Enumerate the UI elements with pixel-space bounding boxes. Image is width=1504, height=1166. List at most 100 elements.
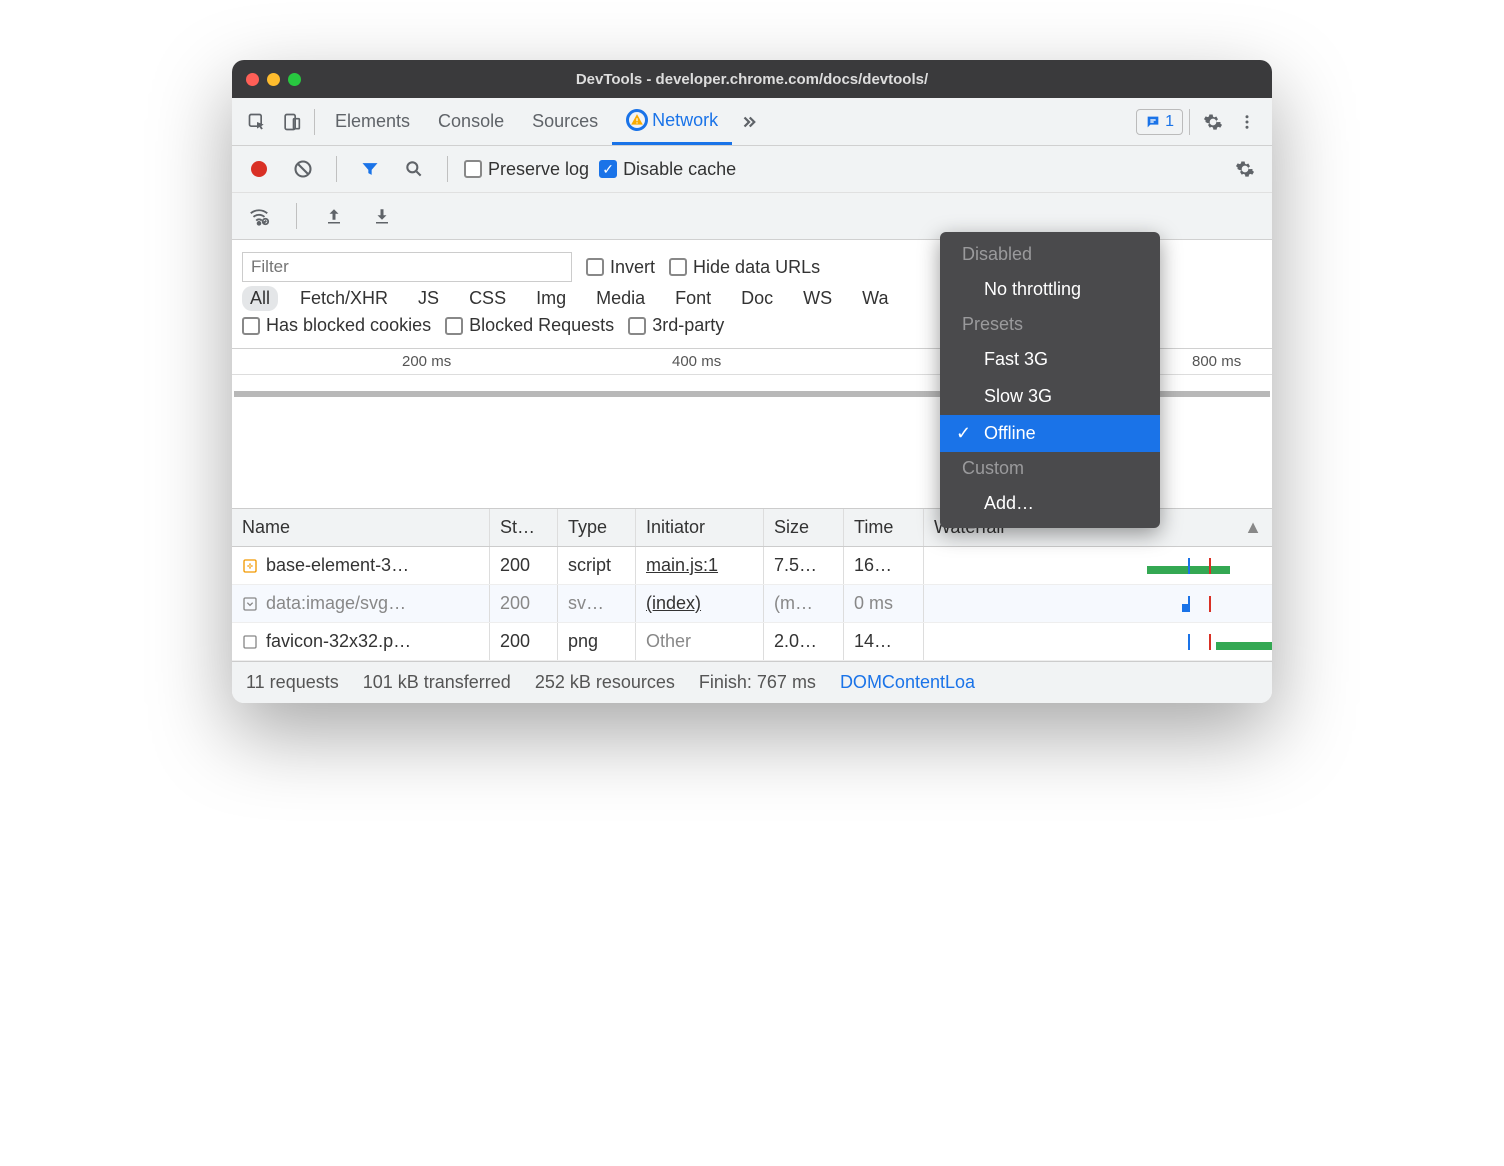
- col-status[interactable]: St…: [490, 509, 558, 546]
- status-resources: 252 kB resources: [535, 672, 675, 693]
- divider: [447, 156, 448, 182]
- kebab-menu-icon[interactable]: [1230, 105, 1264, 139]
- window-title: DevTools - developer.chrome.com/docs/dev…: [232, 71, 1272, 88]
- search-icon[interactable]: [397, 152, 431, 186]
- device-toggle-icon[interactable]: [274, 105, 308, 139]
- timeline-tick: 400 ms: [672, 353, 721, 370]
- third-party-checkbox[interactable]: 3rd-party: [628, 315, 724, 336]
- download-har-icon[interactable]: [365, 199, 399, 233]
- blocked-cookies-label: Has blocked cookies: [266, 315, 431, 336]
- status-finish: Finish: 767 ms: [699, 672, 816, 693]
- tab-sources[interactable]: Sources: [518, 99, 612, 145]
- requests-table: Name St… Type Initiator Size Time Waterf…: [232, 509, 1272, 661]
- divider: [1189, 109, 1190, 135]
- filter-type-wasm[interactable]: Wa: [854, 286, 896, 311]
- filter-type-js[interactable]: JS: [410, 286, 447, 311]
- preserve-log-label: Preserve log: [488, 159, 589, 180]
- blocked-requests-checkbox[interactable]: Blocked Requests: [445, 315, 614, 336]
- table-row[interactable]: base-element-3…200scriptmain.js:17.5…16…: [232, 547, 1272, 585]
- checkbox-icon: [586, 258, 604, 276]
- tab-console[interactable]: Console: [424, 99, 518, 145]
- checkbox-checked-icon: ✓: [599, 160, 617, 178]
- filter-type-media[interactable]: Media: [588, 286, 653, 311]
- dd-section-disabled: Disabled: [940, 238, 1160, 271]
- filter-type-font[interactable]: Font: [667, 286, 719, 311]
- timeline-tick: 800 ms: [1192, 353, 1241, 370]
- dd-fast-3g[interactable]: Fast 3G: [940, 341, 1160, 378]
- messages-badge[interactable]: 1: [1136, 109, 1183, 135]
- dd-add-custom[interactable]: Add…: [940, 485, 1160, 522]
- blocked-requests-label: Blocked Requests: [469, 315, 614, 336]
- network-conditions-icon[interactable]: [242, 199, 276, 233]
- devtools-window: DevTools - developer.chrome.com/docs/dev…: [232, 60, 1272, 703]
- dd-offline[interactable]: ✓ Offline: [940, 415, 1160, 452]
- dd-no-throttling[interactable]: No throttling: [940, 271, 1160, 308]
- col-type[interactable]: Type: [558, 509, 636, 546]
- hide-data-urls-label: Hide data URLs: [693, 257, 820, 278]
- filter-type-css[interactable]: CSS: [461, 286, 514, 311]
- initiator-link[interactable]: main.js:1: [646, 555, 718, 575]
- hide-data-urls-checkbox[interactable]: Hide data URLs: [669, 257, 820, 278]
- panel-settings-icon[interactable]: [1228, 152, 1262, 186]
- invert-checkbox[interactable]: Invert: [586, 257, 655, 278]
- waterfall-bar: [1182, 604, 1189, 612]
- file-icon: [242, 634, 258, 650]
- filter-type-img[interactable]: Img: [528, 286, 574, 311]
- filter-type-all[interactable]: All: [242, 286, 278, 311]
- throttling-dropdown: Disabled No throttling Presets Fast 3G S…: [940, 232, 1160, 528]
- preserve-log-checkbox[interactable]: Preserve log: [464, 159, 589, 180]
- col-time[interactable]: Time: [844, 509, 924, 546]
- inspect-icon[interactable]: [240, 105, 274, 139]
- dd-section-presets: Presets: [940, 308, 1160, 341]
- divider: [314, 109, 315, 135]
- file-icon: [242, 558, 258, 574]
- third-party-label: 3rd-party: [652, 315, 724, 336]
- col-name[interactable]: Name: [232, 509, 490, 546]
- checkbox-icon: [669, 258, 687, 276]
- filter-type-doc[interactable]: Doc: [733, 286, 781, 311]
- file-icon: [242, 596, 258, 612]
- upload-har-icon[interactable]: [317, 199, 351, 233]
- divider: [296, 203, 297, 229]
- messages-count: 1: [1165, 113, 1174, 131]
- tab-elements[interactable]: Elements: [321, 99, 424, 145]
- check-icon: ✓: [956, 423, 971, 444]
- filter-icon[interactable]: [353, 152, 387, 186]
- tab-network[interactable]: Network: [612, 99, 732, 145]
- main-tabs: Elements Console Sources Network 1: [232, 98, 1272, 146]
- blocked-cookies-checkbox[interactable]: Has blocked cookies: [242, 315, 431, 336]
- sort-asc-icon: ▲: [1244, 517, 1262, 538]
- checkbox-icon: [242, 317, 260, 335]
- col-initiator[interactable]: Initiator: [636, 509, 764, 546]
- initiator-link[interactable]: (index): [646, 593, 701, 613]
- filter-type-ws[interactable]: WS: [795, 286, 840, 311]
- warning-icon: [626, 109, 648, 131]
- titlebar: DevTools - developer.chrome.com/docs/dev…: [232, 60, 1272, 98]
- status-transferred: 101 kB transferred: [363, 672, 511, 693]
- clear-icon[interactable]: [286, 152, 320, 186]
- initiator-link[interactable]: Other: [646, 631, 691, 651]
- checkbox-icon: [464, 160, 482, 178]
- status-bar: 11 requests 101 kB transferred 252 kB re…: [232, 661, 1272, 703]
- tab-network-label: Network: [652, 110, 718, 131]
- more-tabs-icon[interactable]: [732, 105, 766, 139]
- table-row[interactable]: favicon-32x32.p…200pngOther2.0…14…: [232, 623, 1272, 661]
- timeline-tick: 200 ms: [402, 353, 451, 370]
- table-row[interactable]: data:image/svg…200sv…(index)(m…0 ms: [232, 585, 1272, 623]
- status-requests: 11 requests: [246, 672, 339, 693]
- record-button[interactable]: [242, 152, 276, 186]
- divider: [336, 156, 337, 182]
- disable-cache-checkbox[interactable]: ✓ Disable cache: [599, 159, 736, 180]
- dd-section-custom: Custom: [940, 452, 1160, 485]
- waterfall-bar: [1216, 642, 1272, 650]
- disable-cache-label: Disable cache: [623, 159, 736, 180]
- checkbox-icon: [628, 317, 646, 335]
- dd-slow-3g[interactable]: Slow 3G: [940, 378, 1160, 415]
- settings-icon[interactable]: [1196, 105, 1230, 139]
- checkbox-icon: [445, 317, 463, 335]
- status-dcl: DOMContentLoa: [840, 672, 975, 693]
- col-size[interactable]: Size: [764, 509, 844, 546]
- filter-type-fetch[interactable]: Fetch/XHR: [292, 286, 396, 311]
- filter-input[interactable]: [242, 252, 572, 282]
- network-toolbar: Preserve log ✓ Disable cache: [232, 146, 1272, 193]
